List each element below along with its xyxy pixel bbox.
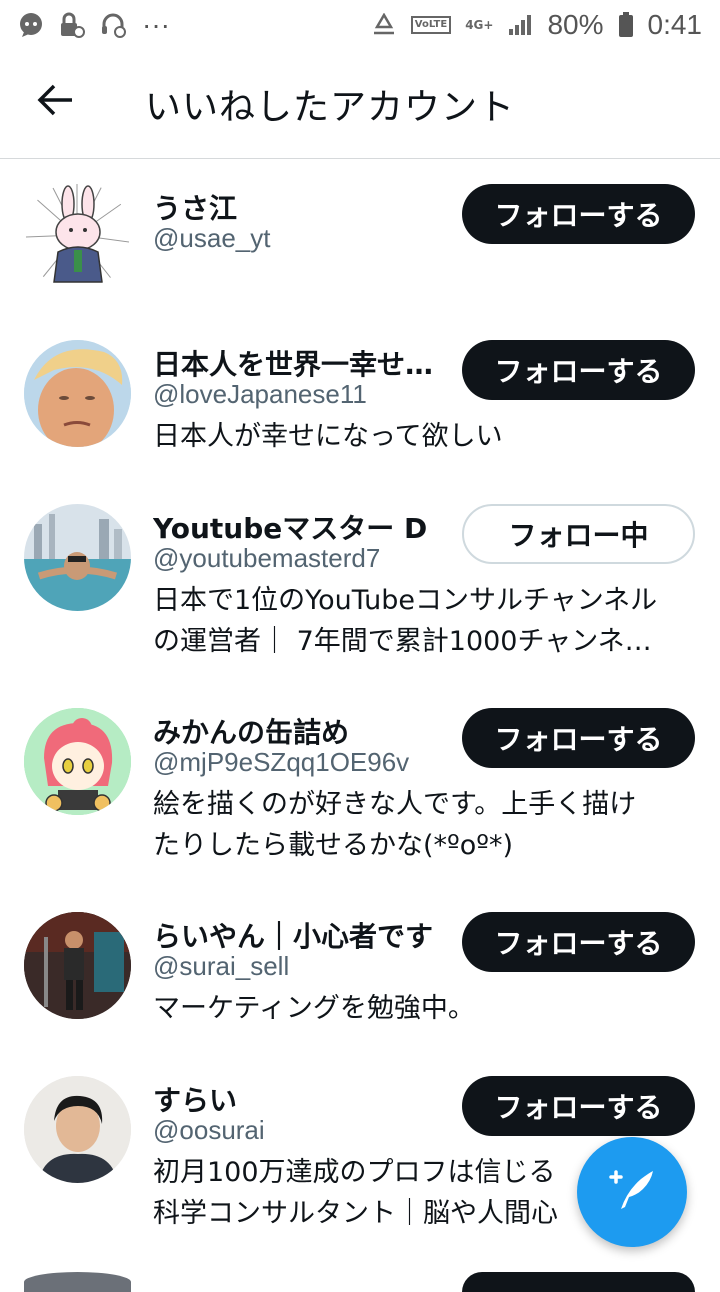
account-handle: @usae_yt — [153, 223, 271, 253]
account-name: 日本人を世界一幸せ… — [153, 348, 434, 381]
battery-icon — [618, 12, 634, 38]
status-right: VoLTE 4G+ 80% 0:41 — [371, 9, 702, 41]
arrow-left-icon — [36, 82, 76, 122]
more-notifications-indicator: ··· — [142, 9, 170, 40]
account-bio: 日本人が幸せになって欲しい — [153, 416, 693, 457]
bio-line: 日本で1位のYouTubeコンサルチャンネル — [153, 585, 658, 616]
avatar-partial[interactable] — [24, 1272, 131, 1292]
bio-line: 絵を描くのが好きな人です。上手く描け — [153, 789, 637, 820]
account-name: らいやん｜小心者です — [153, 920, 434, 953]
avatar[interactable] — [24, 504, 131, 611]
chat-bubble-icon — [18, 12, 44, 38]
account-row[interactable]: みかんの缶詰め @mjP9eSZqq1OE96v 絵を描くのが好きな人です。上手… — [0, 684, 720, 888]
account-handle: @youtubemasterd7 — [153, 543, 381, 573]
status-bar: ··· VoLTE 4G+ 80% 0:41 — [0, 0, 720, 50]
volte-badge: VoLTE — [410, 16, 452, 34]
compose-tweet-button[interactable] — [577, 1137, 687, 1247]
account-row[interactable]: 日本人を世界一幸せ… @loveJapanese11 日本人が幸せになって欲しい… — [0, 320, 720, 484]
account-bio: マーケティングを勉強中。 — [153, 988, 693, 1029]
account-row[interactable]: Youtubeマスター D @youtubemasterd7 日本で1位のYou… — [0, 484, 720, 684]
account-handle: @oosurai — [153, 1115, 265, 1145]
page-title: いいねしたアカウント — [145, 87, 516, 128]
account-row[interactable]: らいやん｜小心者です @surai_sell マーケティングを勉強中。 フォロー… — [0, 888, 720, 1052]
avatar[interactable] — [24, 340, 131, 447]
compose-tweet-icon — [605, 1163, 659, 1221]
status-left: ··· — [18, 9, 170, 41]
bio-line: マーケティングを勉強中。 — [153, 993, 475, 1024]
account-bio: 日本で1位のYouTubeコンサルチャンネル の運営者｜ 7年間で累計1000チ… — [153, 580, 693, 662]
account-name: うさ江 — [153, 192, 238, 225]
account-name: みかんの缶詰め — [153, 716, 350, 749]
follow-button[interactable]: フォローする — [462, 1076, 695, 1136]
account-handle: @loveJapanese11 — [153, 379, 367, 409]
signal-icon — [507, 13, 533, 37]
avatar[interactable] — [24, 708, 131, 815]
battery-percent: 80% — [547, 9, 604, 40]
follow-button[interactable]: フォローする — [462, 340, 695, 400]
network-type: 4G+ — [465, 18, 494, 32]
follow-button-partial[interactable] — [462, 1272, 695, 1292]
bio-line: の運営者｜ 7年間で累計1000チャンネ… — [153, 626, 652, 657]
avatar[interactable] — [24, 1076, 131, 1183]
avatar[interactable] — [24, 912, 131, 1019]
bio-line: たりしたら載せるかな(*ºoº*) — [153, 830, 514, 861]
follow-button[interactable]: フォローする — [462, 708, 695, 768]
account-bio: 絵を描くのが好きな人です。上手く描け たりしたら載せるかな(*ºoº*) — [153, 784, 693, 866]
lock-settings-icon — [58, 12, 86, 38]
account-name: すらい — [153, 1084, 238, 1117]
account-handle: @surai_sell — [153, 951, 290, 981]
clock: 0:41 — [647, 9, 703, 40]
account-row[interactable]: うさ江 @usae_yt フォローする — [0, 160, 720, 320]
account-name: Youtubeマスター D — [153, 512, 428, 545]
account-handle: @mjP9eSZqq1OE96v — [153, 747, 410, 777]
headset-settings-icon — [100, 12, 128, 38]
back-button[interactable] — [28, 74, 84, 130]
recycle-icon — [371, 13, 397, 37]
follow-button[interactable]: フォローする — [462, 912, 695, 972]
following-button[interactable]: フォロー中 — [462, 504, 695, 564]
bio-line: 日本人が幸せになって欲しい — [153, 421, 503, 452]
app-header: いいねしたアカウント — [0, 50, 720, 159]
avatar[interactable] — [24, 182, 131, 289]
follow-button[interactable]: フォローする — [462, 184, 695, 244]
